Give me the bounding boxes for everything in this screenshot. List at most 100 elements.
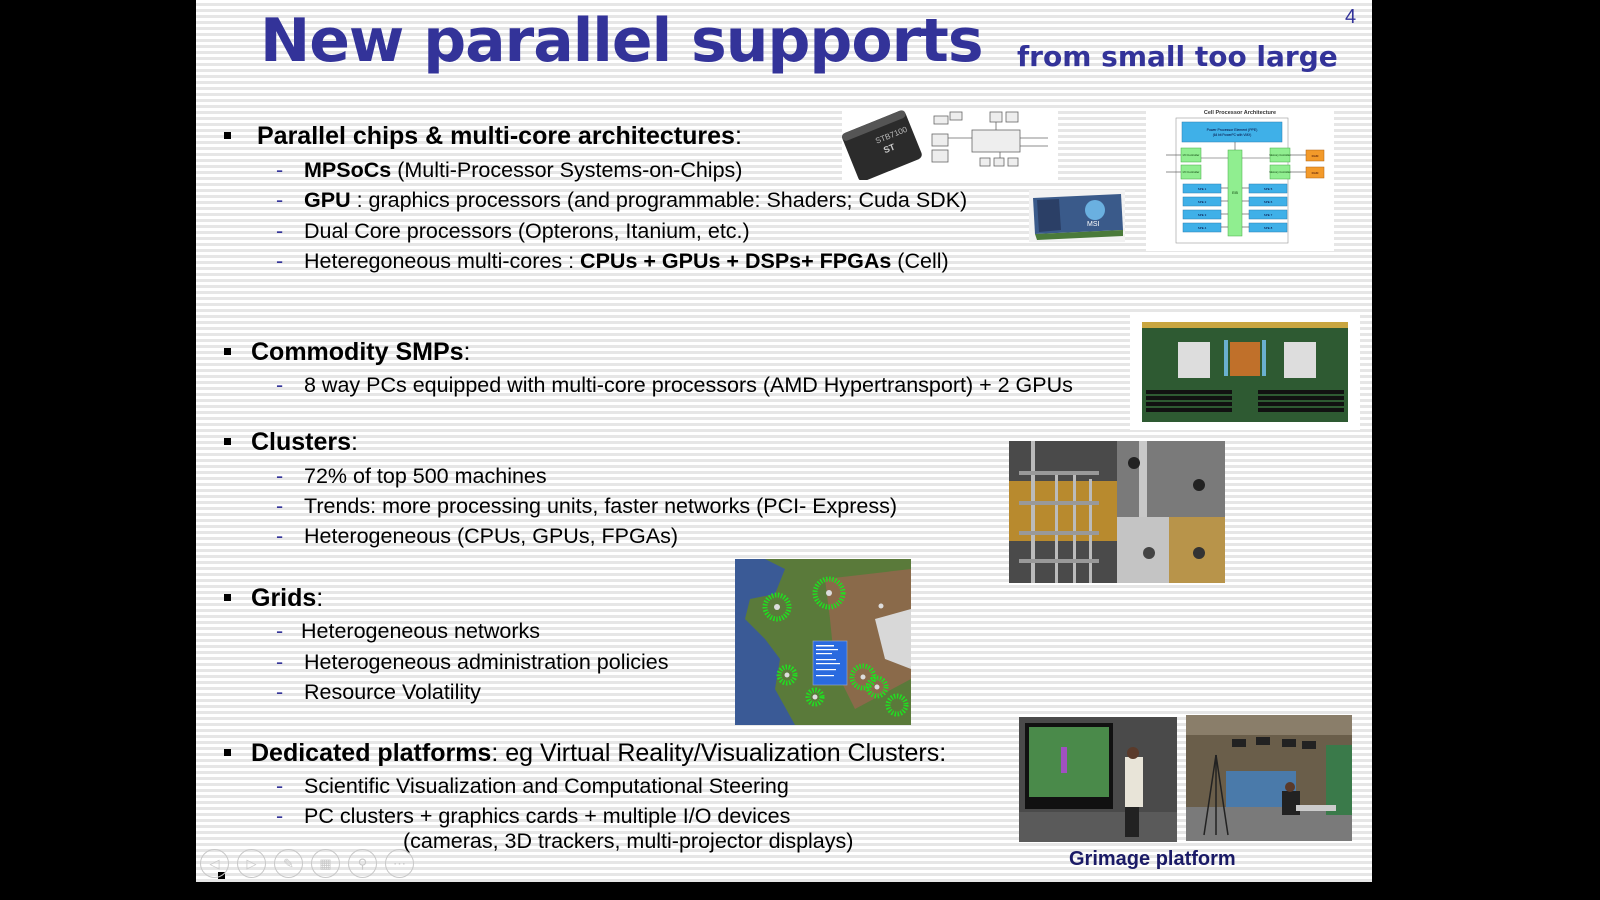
dash-marker: - [276, 219, 284, 243]
spe-label: SPE 1 [1198, 187, 1207, 191]
bullet-marker [224, 749, 231, 756]
dash-marker: - [276, 619, 284, 643]
gpu-brand: MSI [1087, 221, 1100, 228]
cell-eib: EIB [1232, 191, 1238, 195]
spe-label: SPE 7 [1264, 213, 1273, 217]
bullet-grids: Grids: [224, 584, 324, 613]
cell-mem-label: Memory Controller [1269, 153, 1290, 157]
sub-item: - Scientific Visualization and Computati… [276, 774, 789, 799]
sub-item: - MPSoCs (Multi-Processor Systems-on-Chi… [276, 158, 743, 183]
sub-item: - Heterogeneous (CPUs, GPUs, FPGAs) [276, 524, 678, 549]
more-options-button[interactable]: ⋯ [385, 849, 414, 878]
sub-item-bold: CPUs + GPUs + DSPs+ FPGAs [580, 249, 892, 273]
bullet-heading: Parallel chips & multi-core architecture… [257, 122, 735, 150]
cell-ppe-sub: (64 bit PowerPC with VMX) [1213, 133, 1252, 137]
bullet-heading: Grids [251, 584, 317, 612]
sub-item-text: (cameras, 3D trackers, multi-projector d… [403, 829, 854, 853]
bullet-marker [224, 348, 231, 355]
bullet-heading-suffix: : [316, 584, 324, 612]
dash-marker: - [276, 494, 284, 518]
slide: New parallel supports from small too lar… [196, 0, 1372, 882]
sub-item-text: Heteregoneous multi-cores : [304, 249, 581, 273]
slide-number: 4 [1345, 6, 1357, 28]
dash-marker: - [276, 774, 284, 798]
sub-item-text: Scientific Visualization and Computation… [304, 774, 789, 798]
pen-tool-button[interactable]: ✎ [274, 849, 303, 878]
slide-sorter-button[interactable]: ▦ [311, 849, 340, 878]
zoom-button[interactable]: ⚲ [348, 849, 377, 878]
gpu-card-image: MSI [1029, 190, 1125, 242]
grid-map-image [735, 559, 911, 725]
sub-item: - Trends: more processing units, faster … [276, 494, 897, 519]
cell-ram-label: RAM [1312, 154, 1319, 158]
dash-marker: - [276, 188, 284, 212]
slide-subtitle: from small too large [1017, 40, 1338, 73]
cell-mem-label: Memory Controller [1269, 170, 1290, 174]
bullet-heading: Commodity SMPs [251, 338, 464, 366]
dash-marker: - [276, 158, 284, 182]
bullet-heading: Clusters [251, 428, 352, 456]
sub-item-text: (Multi-Processor Systems-on-Chips) [391, 158, 743, 182]
grimage-photo-left [1019, 717, 1177, 842]
spe-label: SPE 5 [1264, 187, 1273, 191]
sub-item: - 8 way PCs equipped with multi-core pro… [276, 373, 1073, 398]
sub-item: - Heterogeneous networks [276, 619, 541, 644]
cell-architecture-diagram: Cell Processor Architecture Power Proces… [1146, 108, 1334, 251]
cell-title: Cell Processor Architecture [1204, 110, 1276, 116]
bullet-heading-suffix: : eg Virtual Reality/Visualization Clust… [491, 739, 947, 767]
dash-marker: - [276, 680, 284, 704]
cell-io-label: I/O Controller [1183, 170, 1200, 174]
sub-item-continuation: (cameras, 3D trackers, multi-projector d… [403, 829, 853, 854]
spe-label: SPE 3 [1198, 213, 1207, 217]
bullet-commodity-smps: Commodity SMPs: [224, 338, 470, 367]
dash-marker: - [276, 373, 284, 397]
sub-item-text: (Cell) [891, 249, 949, 273]
cell-ram-label: RAM [1312, 171, 1319, 175]
spe-label: SPE 4 [1198, 226, 1207, 230]
sub-item: - 72% of top 500 machines [276, 464, 547, 489]
sub-item: - Heteregoneous multi-cores : CPUs + GPU… [276, 249, 949, 274]
sub-item-text: 8 way PCs equipped with multi-core proce… [304, 373, 1073, 397]
bullet-marker [224, 438, 231, 445]
bullet-parallel-chips: Parallel chips & multi-core architecture… [224, 122, 742, 151]
cluster-photo-image [1009, 441, 1225, 583]
sub-item: - Heterogeneous administration policies [276, 650, 669, 675]
sub-item-text: Heterogeneous administration policies [304, 650, 669, 674]
grimage-caption: Grimage platform [1069, 848, 1236, 870]
mpsoc-chip-image: STB7100 ST [842, 108, 1058, 180]
cell-io-label: I/O Controller [1183, 153, 1200, 157]
spe-label: SPE 2 [1198, 200, 1207, 204]
bullet-heading-suffix: : [734, 122, 742, 150]
sub-item-text: Resource Volatility [304, 680, 481, 704]
sub-item: - Resource Volatility [276, 680, 481, 705]
sub-item-text: : graphics processors (and programmable:… [350, 188, 968, 212]
dash-marker: - [276, 464, 284, 488]
slide-title: New parallel supports [260, 6, 984, 76]
sub-item-bold: GPU [304, 188, 351, 212]
bullet-heading-suffix: : [351, 428, 358, 456]
dash-marker: - [276, 524, 284, 548]
dash-marker: - [276, 804, 284, 828]
next-slide-button[interactable]: ▷ [237, 849, 266, 878]
sub-item: - PC clusters + graphics cards + multipl… [276, 804, 791, 829]
smp-motherboard-image [1130, 312, 1360, 430]
sub-item-text: Heterogeneous (CPUs, GPUs, FPGAs) [304, 524, 678, 548]
bullet-dedicated-platforms: Dedicated platforms: eg Virtual Reality/… [224, 739, 947, 768]
bullet-clusters: Clusters: [224, 428, 358, 457]
dash-marker: - [276, 249, 284, 273]
bullet-marker [224, 132, 231, 139]
spe-label: SPE 8 [1264, 226, 1273, 230]
bullet-marker [224, 594, 231, 601]
dash-marker: - [276, 650, 284, 674]
bullet-heading: Dedicated platforms [251, 739, 492, 767]
spe-label: SPE 6 [1264, 200, 1273, 204]
sub-item-text: 72% of top 500 machines [304, 464, 547, 488]
bottom-letterbox [0, 882, 1600, 900]
sub-item: - Dual Core processors (Opterons, Itaniu… [276, 219, 750, 244]
sub-item-text: Heterogeneous networks [301, 619, 541, 643]
sub-item: - GPU : graphics processors (and program… [276, 188, 968, 213]
sub-item-bold: MPSoCs [304, 158, 392, 182]
cell-ppe: Power Processor Element (PPE) [1207, 128, 1258, 132]
previous-slide-button[interactable]: ◁ [200, 849, 229, 878]
sub-item-text: PC clusters + graphics cards + multiple … [304, 804, 791, 828]
